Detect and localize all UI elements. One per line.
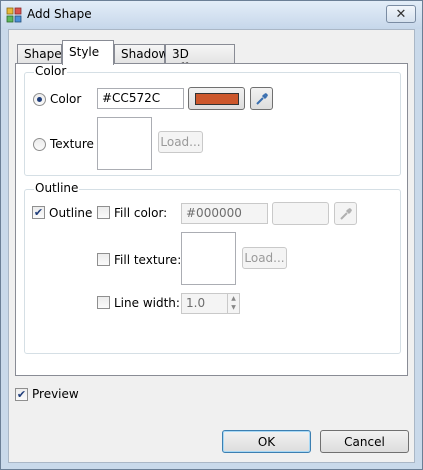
close-button[interactable]: ✕ [386, 5, 416, 23]
cancel-button[interactable]: Cancel [320, 430, 409, 453]
dialog-body: Shape Style Shadow 3D Effects Color Colo… [8, 29, 415, 463]
line-width-value: 1.0 [186, 296, 206, 310]
fill-texture-load-button[interactable]: Load... [242, 247, 287, 269]
title-bar: Add Shape ✕ [1, 1, 422, 29]
preview-label: Preview [32, 387, 79, 401]
preview-checkbox[interactable]: ✔ [15, 388, 28, 401]
line-width-checkbox[interactable] [97, 296, 110, 309]
fill-eyedropper-button[interactable] [334, 202, 357, 225]
outline-checkbox-label: Outline [49, 206, 93, 220]
color-radio-label: Color [50, 92, 82, 106]
color-group: Color Color #CC572C Texture Load... [24, 64, 401, 176]
tab-shape[interactable]: Shape [17, 44, 62, 64]
color-swatch [194, 92, 239, 105]
outline-checkbox[interactable]: ✔ [32, 206, 45, 219]
texture-radio[interactable] [33, 138, 46, 151]
outline-group: Outline ✔ Outline Fill color: #000000 Fi… [24, 181, 401, 354]
fill-texture-preview [181, 232, 236, 285]
line-width-stepper[interactable]: 1.0 ▲ ▼ [181, 293, 240, 314]
ok-button[interactable]: OK [222, 430, 311, 453]
outline-group-title: Outline [34, 181, 80, 195]
tab-shadow[interactable]: Shadow [114, 44, 168, 64]
fill-color-picker-button[interactable] [272, 202, 329, 225]
color-radio[interactable] [33, 93, 46, 106]
line-width-label: Line width: [114, 296, 180, 310]
eyedropper-icon [255, 92, 268, 105]
fill-texture-checkbox[interactable] [97, 253, 110, 266]
fill-color-checkbox[interactable] [97, 206, 110, 219]
tab-style[interactable]: Style [62, 40, 114, 65]
app-icon [6, 7, 22, 23]
color-group-title: Color [34, 64, 68, 78]
texture-preview [97, 117, 152, 170]
texture-load-button[interactable]: Load... [158, 131, 203, 153]
fill-texture-label: Fill texture: [114, 253, 182, 267]
line-width-spin[interactable]: ▲ ▼ [227, 294, 239, 313]
close-icon: ✕ [395, 6, 407, 22]
texture-radio-label: Texture [50, 137, 94, 151]
fill-color-label: Fill color: [114, 206, 168, 220]
style-tab-panel: Color Color #CC572C Texture Load... Outl… [15, 63, 408, 376]
color-picker-button[interactable] [188, 87, 245, 110]
window-title: Add Shape [27, 7, 92, 21]
fill-color-input[interactable]: #000000 [181, 203, 268, 224]
eyedropper-icon [339, 207, 352, 220]
color-hex-input[interactable]: #CC572C [97, 88, 184, 109]
add-shape-dialog: Add Shape ✕ Shape Style Shadow 3D Effect… [0, 0, 423, 470]
tab-3d-effects[interactable]: 3D Effects [165, 44, 235, 75]
eyedropper-button[interactable] [250, 87, 273, 110]
